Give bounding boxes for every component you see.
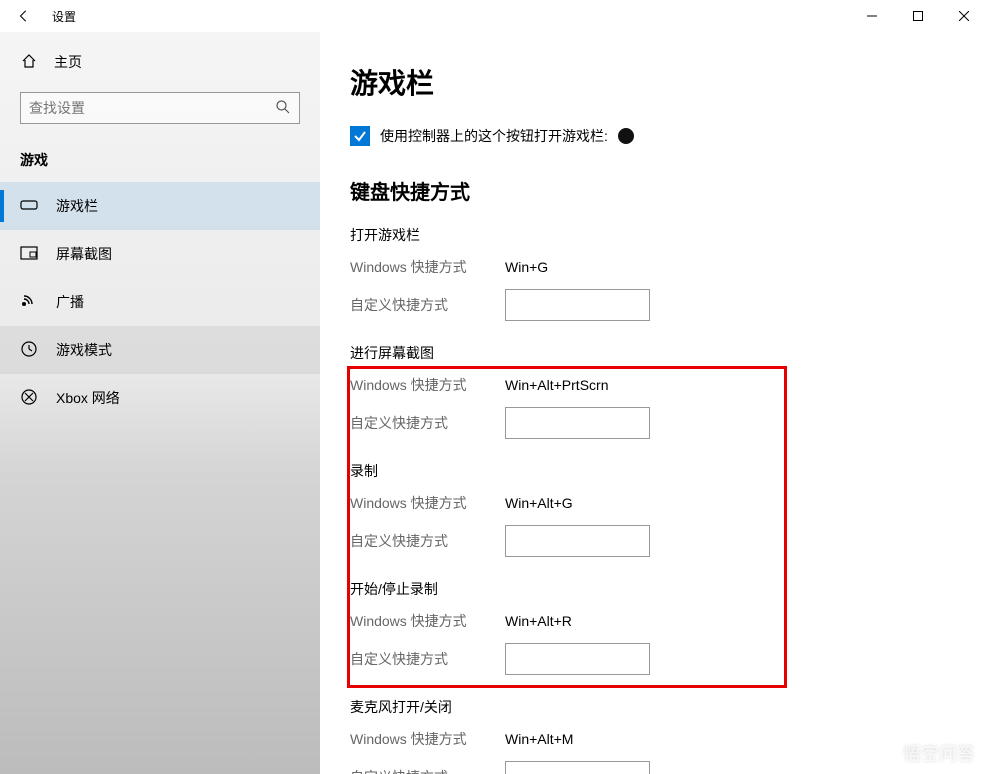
- shortcut-group: 开始/停止录制 Windows 快捷方式Win+Alt+R 自定义快捷方式: [350, 579, 987, 675]
- sidebar: 主页 游戏 游戏栏: [0, 32, 320, 774]
- shortcut-group: 打开游戏栏 Windows 快捷方式Win+G 自定义快捷方式: [350, 225, 987, 321]
- shortcut-group: 麦克风打开/关闭 Windows 快捷方式Win+Alt+M 自定义快捷方式: [350, 697, 987, 774]
- custom-shortcut-input[interactable]: [505, 407, 650, 439]
- controller-checkbox-row[interactable]: 使用控制器上的这个按钮打开游戏栏:: [350, 126, 987, 146]
- custom-shortcut-label: 自定义快捷方式: [350, 413, 505, 433]
- custom-shortcut-label: 自定义快捷方式: [350, 649, 505, 669]
- shortcut-name: 录制: [350, 461, 987, 481]
- search-input[interactable]: [20, 92, 300, 124]
- windows-shortcut-label: Windows 快捷方式: [350, 375, 505, 395]
- sidebar-item-label: 游戏栏: [56, 196, 98, 216]
- shortcut-name: 打开游戏栏: [350, 225, 987, 245]
- sidebar-item-label: Xbox 网络: [56, 388, 120, 408]
- windows-shortcut-value: Win+G: [505, 259, 548, 275]
- custom-shortcut-label: 自定义快捷方式: [350, 295, 505, 315]
- windows-shortcut-row: Windows 快捷方式Win+Alt+G: [350, 491, 987, 515]
- custom-shortcut-label: 自定义快捷方式: [350, 767, 505, 774]
- windows-shortcut-row: Windows 快捷方式Win+G: [350, 255, 987, 279]
- windows-shortcut-label: Windows 快捷方式: [350, 611, 505, 631]
- custom-shortcut-input[interactable]: [505, 525, 650, 557]
- section-title: 键盘快捷方式: [350, 176, 987, 205]
- content-area: 游戏栏 使用控制器上的这个按钮打开游戏栏: 键盘快捷方式 打开游戏栏 Window…: [320, 32, 987, 774]
- home-icon: [20, 53, 38, 72]
- broadcast-icon: [20, 294, 38, 311]
- windows-shortcut-value: Win+Alt+PrtScrn: [505, 377, 608, 393]
- windows-shortcut-value: Win+Alt+R: [505, 613, 572, 629]
- maximize-button[interactable]: [895, 0, 941, 32]
- checkbox-label: 使用控制器上的这个按钮打开游戏栏:: [380, 126, 608, 146]
- sidebar-item-broadcast[interactable]: 广播: [0, 278, 320, 326]
- game-bar-icon: [20, 198, 38, 215]
- search-icon: [275, 99, 291, 118]
- windows-shortcut-row: Windows 快捷方式Win+Alt+M: [350, 727, 987, 751]
- windows-shortcut-label: Windows 快捷方式: [350, 493, 505, 513]
- titlebar: 设置: [0, 0, 987, 32]
- custom-shortcut-row: 自定义快捷方式: [350, 525, 987, 557]
- search-field[interactable]: [29, 100, 275, 116]
- window-title: 设置: [52, 8, 76, 25]
- windows-shortcut-label: Windows 快捷方式: [350, 257, 505, 277]
- category-label: 游戏: [0, 142, 320, 182]
- capture-icon: [20, 246, 38, 263]
- custom-shortcut-row: 自定义快捷方式: [350, 289, 987, 321]
- sidebar-item-xbox[interactable]: Xbox 网络: [0, 374, 320, 422]
- windows-shortcut-row: Windows 快捷方式Win+Alt+R: [350, 609, 987, 633]
- custom-shortcut-row: 自定义快捷方式: [350, 643, 987, 675]
- sidebar-item-game-bar[interactable]: 游戏栏: [0, 182, 320, 230]
- custom-shortcut-row: 自定义快捷方式: [350, 407, 987, 439]
- shortcut-name: 进行屏幕截图: [350, 343, 987, 363]
- close-button[interactable]: [941, 0, 987, 32]
- shortcut-name: 麦克风打开/关闭: [350, 697, 987, 717]
- sidebar-item-captures[interactable]: 屏幕截图: [0, 230, 320, 278]
- checkbox-icon[interactable]: [350, 126, 370, 146]
- windows-shortcut-row: Windows 快捷方式Win+Alt+PrtScrn: [350, 373, 987, 397]
- home-link[interactable]: 主页: [0, 42, 320, 82]
- sidebar-item-game-mode[interactable]: 游戏模式: [0, 326, 320, 374]
- xbox-icon: [20, 389, 38, 408]
- shortcut-group: 录制 Windows 快捷方式Win+Alt+G 自定义快捷方式: [350, 461, 987, 557]
- shortcut-group: 进行屏幕截图 Windows 快捷方式Win+Alt+PrtScrn 自定义快捷方式: [350, 343, 987, 439]
- xbox-logo-icon: [618, 128, 634, 144]
- sidebar-item-label: 广播: [56, 292, 84, 312]
- custom-shortcut-input[interactable]: [505, 761, 650, 774]
- windows-shortcut-label: Windows 快捷方式: [350, 729, 505, 749]
- back-button[interactable]: [8, 0, 40, 32]
- game-mode-icon: [20, 340, 38, 361]
- custom-shortcut-input[interactable]: [505, 643, 650, 675]
- minimize-button[interactable]: [849, 0, 895, 32]
- custom-shortcut-input[interactable]: [505, 289, 650, 321]
- windows-shortcut-value: Win+Alt+G: [505, 495, 573, 511]
- home-label: 主页: [54, 52, 82, 72]
- windows-shortcut-value: Win+Alt+M: [505, 731, 573, 747]
- sidebar-item-label: 游戏模式: [56, 340, 112, 360]
- custom-shortcut-label: 自定义快捷方式: [350, 531, 505, 551]
- shortcut-name: 开始/停止录制: [350, 579, 987, 599]
- custom-shortcut-row: 自定义快捷方式: [350, 761, 987, 774]
- page-title: 游戏栏: [350, 62, 987, 102]
- nav-list: 游戏栏 屏幕截图 广播: [0, 182, 320, 422]
- sidebar-item-label: 屏幕截图: [56, 244, 112, 264]
